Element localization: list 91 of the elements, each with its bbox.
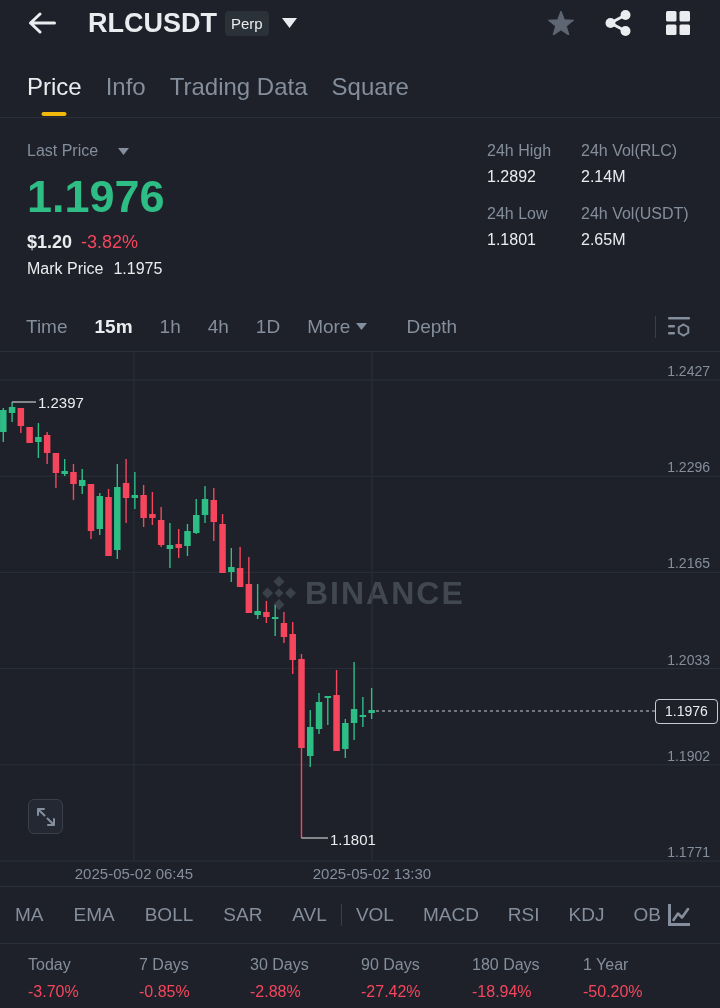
indicator-option[interactable]: EMA — [73, 903, 115, 927]
contract-badge: Perp — [225, 10, 269, 36]
diamond-logo-icon — [262, 576, 296, 610]
price-axis-label: 1.2427 — [667, 363, 710, 379]
time-axis-label: 2025-05-02 13:30 — [312, 864, 432, 884]
rising-candle — [166, 522, 174, 569]
falling-candle — [105, 488, 112, 557]
tab[interactable]: Square — [331, 73, 409, 118]
chart-tab[interactable]: 1D — [255, 314, 281, 339]
period-label: Today — [28, 955, 71, 975]
period-label: 180 Days — [472, 955, 540, 975]
symbol-title: RLCUSDT — [88, 7, 217, 39]
indicator-option[interactable]: MACD — [422, 903, 479, 927]
fullscreen-button[interactable] — [28, 799, 63, 834]
price-type-dropdown[interactable]: Last Price — [27, 140, 130, 162]
price-axis-label: 1.2296 — [667, 459, 710, 476]
stat-value: 1.1801 — [487, 230, 536, 250]
price-change: -3.82% — [81, 231, 139, 254]
indicator-option[interactable]: KDJ — [568, 903, 605, 927]
chart-tab[interactable]: 15m — [94, 314, 133, 339]
chart-tab[interactable]: Depth — [406, 314, 458, 339]
fiat-price: $1.20 — [27, 231, 73, 254]
period-label: 7 Days — [139, 955, 189, 975]
rising-candle — [254, 583, 261, 620]
indicator-option[interactable]: AVL — [292, 903, 327, 927]
grid-icon[interactable] — [666, 11, 690, 35]
rising-candle — [131, 471, 139, 510]
price-axis-label: 1.2033 — [667, 651, 710, 668]
stat-label: 24h Vol(USDT) — [581, 204, 689, 224]
mark-price-value: 1.1975 — [113, 259, 163, 279]
stat-label: 24h High — [487, 141, 552, 161]
back-icon[interactable] — [28, 12, 56, 34]
rising-candle — [79, 468, 86, 495]
period-change: -50.20% — [583, 982, 643, 1002]
falling-candle — [122, 458, 130, 524]
falling-candle — [140, 484, 147, 528]
chart-tab[interactable]: 4h — [207, 314, 229, 339]
indicator-option[interactable]: RSI — [507, 903, 540, 927]
indicator-option[interactable]: SAR — [223, 903, 263, 927]
last-price: 1.1976 — [27, 172, 165, 222]
period-change: -3.70% — [28, 982, 79, 1002]
leader-line — [301, 837, 329, 839]
price-axis-label: 1.2165 — [667, 555, 710, 572]
period-change: -0.85% — [139, 982, 190, 1002]
rising-candle — [228, 547, 235, 583]
falling-candle — [87, 483, 95, 540]
period-change: -2.88% — [250, 982, 301, 1002]
falling-candle — [175, 528, 182, 559]
price-axis-label: 1.1902 — [667, 747, 710, 764]
menu-dropdown[interactable]: More — [307, 314, 368, 339]
tab[interactable]: Trading Data — [169, 73, 308, 118]
low-price-label: 1.1801 — [330, 831, 376, 849]
falling-candle — [263, 600, 270, 624]
tab[interactable]: Price — [27, 73, 82, 118]
last-price-tag: 1.1976 — [655, 699, 718, 724]
period-label: 30 Days — [250, 955, 309, 975]
high-price-label: 1.2397 — [38, 394, 84, 412]
stat-value: 2.14M — [581, 167, 626, 187]
indicator-option[interactable]: BOLL — [144, 903, 194, 927]
settings-icon[interactable] — [668, 316, 690, 337]
rising-candle — [271, 604, 279, 637]
line-chart-icon[interactable] — [668, 904, 690, 926]
period-change: -27.42% — [361, 982, 421, 1002]
tab[interactable]: Info — [105, 73, 146, 118]
caret-icon[interactable] — [281, 18, 297, 28]
stat-value: 2.65M — [581, 230, 626, 250]
chart-tab[interactable]: Time — [26, 314, 68, 339]
rising-candle — [184, 523, 191, 557]
chart-tab[interactable]: 1h — [159, 314, 181, 339]
rising-candle — [35, 422, 42, 459]
period-label: 90 Days — [361, 955, 420, 975]
indicator-option[interactable]: MA — [15, 903, 44, 927]
stat-label: 24h Vol(RLC) — [581, 141, 678, 161]
rising-candle — [96, 492, 103, 536]
mark-price-label: Mark Price — [27, 259, 104, 279]
stat-label: 24h Low — [487, 204, 548, 224]
caret-icon — [118, 147, 130, 155]
stat-value: 1.2892 — [487, 167, 536, 187]
price-axis-label: 1.1771 — [667, 844, 710, 860]
share-icon[interactable] — [605, 10, 631, 36]
indicator-option[interactable]: OB — [633, 903, 661, 927]
time-axis-label: 2025-05-02 06:45 — [74, 864, 194, 884]
indicator-option[interactable]: VOL — [355, 903, 394, 927]
caret-icon — [356, 323, 368, 330]
expand-icon — [36, 807, 55, 826]
leader-line — [11, 401, 37, 403]
period-change: -18.94% — [472, 982, 532, 1002]
star-icon[interactable] — [548, 11, 574, 35]
rising-candle — [61, 458, 68, 477]
period-label: 1 Year — [583, 955, 629, 975]
falling-candle — [70, 463, 77, 501]
